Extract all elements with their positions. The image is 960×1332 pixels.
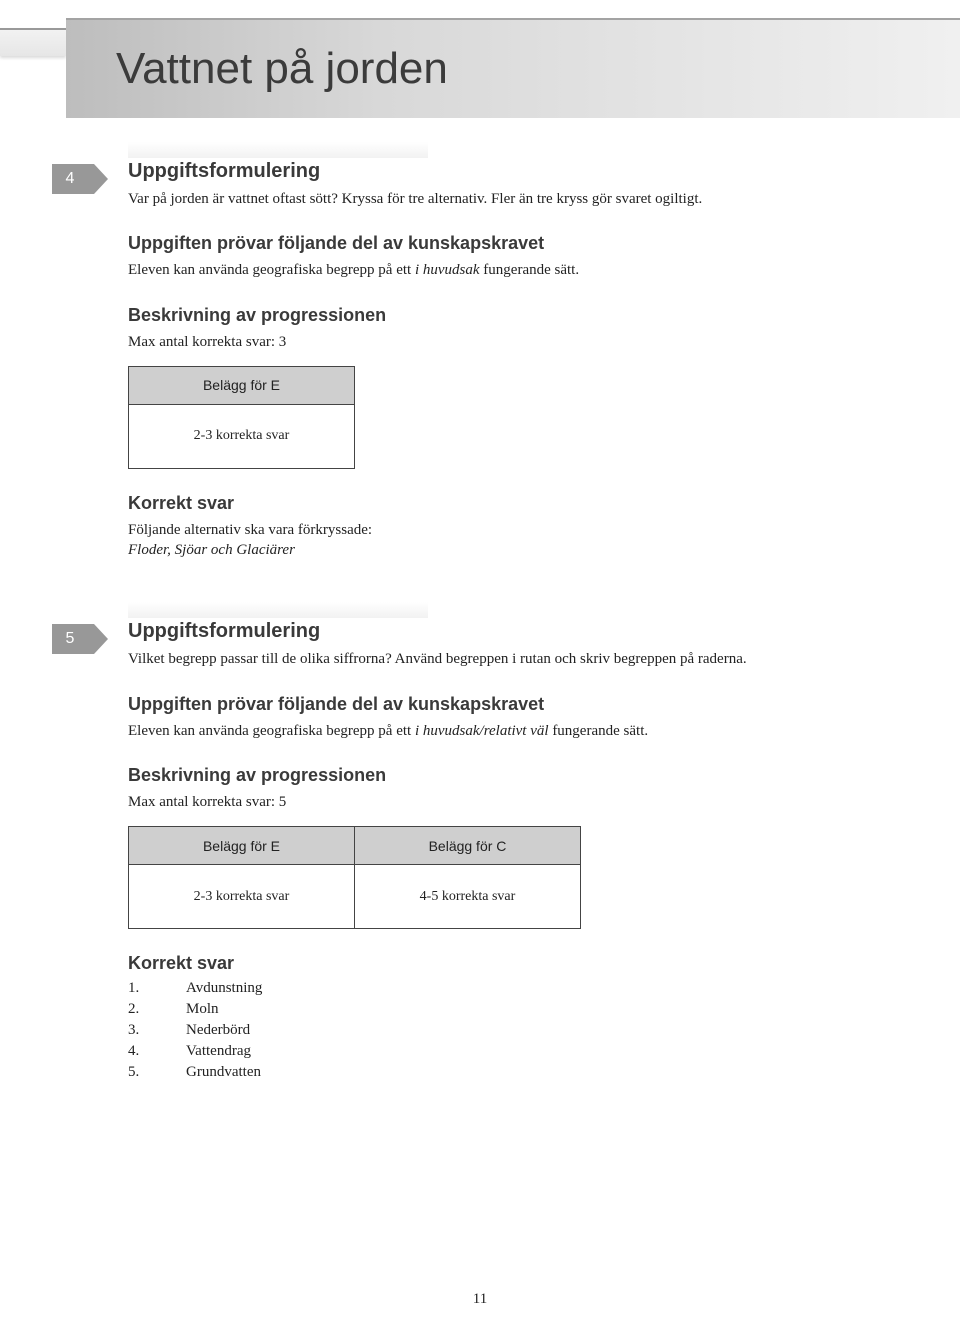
formulation-body: Var på jorden är vattnet oftast sött? Kr…: [128, 189, 900, 209]
kravet-text-pre: Eleven kan använda geografiska begrepp p…: [128, 262, 415, 278]
task-number-badge: 4: [52, 164, 94, 194]
correct-heading: Korrekt svar: [128, 493, 900, 514]
table-row: Belägg för E Belägg för C: [129, 827, 581, 865]
side-tab: [0, 28, 66, 56]
task-block-4: 4 Uppgiftsformulering Var på jorden är v…: [0, 160, 900, 560]
formulation-heading: Uppgiftsformulering: [128, 160, 900, 183]
list-item: 2. Moln: [128, 1001, 900, 1018]
section-top-fade: [128, 602, 428, 618]
kravet-heading: Uppgiften prövar följande del av kunskap…: [128, 233, 900, 254]
answer-number: 5.: [128, 1064, 146, 1081]
progress-sub: Max antal korrekta svar: 5: [128, 792, 900, 812]
answer-number: 2.: [128, 1001, 146, 1018]
correct-answers-em: Floder, Sjöar och Glaciärer: [128, 542, 295, 558]
task-block-5: 5 Uppgiftsformulering Vilket begrepp pas…: [0, 620, 900, 1081]
correct-heading: Korrekt svar: [128, 953, 900, 974]
progression-col-header: Belägg för E: [129, 366, 355, 404]
progress-sub: Max antal korrekta svar: 3: [128, 332, 900, 352]
table-row: 2-3 korrekta svar 4-5 korrekta svar: [129, 865, 581, 929]
content-area: 4 Uppgiftsformulering Var på jorden är v…: [0, 160, 960, 1141]
list-item: 1. Avdunstning: [128, 980, 900, 997]
kravet-text-post: fungerande sätt.: [549, 723, 649, 739]
task-number-badge: 5: [52, 624, 94, 654]
list-item: 4. Vattendrag: [128, 1043, 900, 1060]
table-row: Belägg för E: [129, 366, 355, 404]
answers-list: 1. Avdunstning 2. Moln 3. Nederbörd 4. V…: [128, 980, 900, 1081]
page-title: Vattnet på jorden: [116, 44, 448, 94]
correct-body: Följande alternativ ska vara förkryssade…: [128, 520, 900, 540]
formulation-body: Vilket begrepp passar till de olika siff…: [128, 649, 900, 669]
answer-value: Grundvatten: [186, 1064, 261, 1081]
kravet-text-post: fungerande sätt.: [480, 262, 580, 278]
kravet-text-em: i huvudsak/relativt väl: [415, 723, 549, 739]
formulation-heading: Uppgiftsformulering: [128, 620, 900, 643]
section-top-fade: [128, 142, 428, 158]
list-item: 5. Grundvatten: [128, 1064, 900, 1081]
progression-col-cell: 2-3 korrekta svar: [129, 404, 355, 468]
kravet-text-pre: Eleven kan använda geografiska begrepp p…: [128, 723, 415, 739]
progress-heading: Beskrivning av progressionen: [128, 305, 900, 326]
list-item: 3. Nederbörd: [128, 1022, 900, 1039]
page: Vattnet på jorden 4 Uppgiftsformulering …: [0, 0, 960, 1332]
page-header: Vattnet på jorden: [66, 18, 960, 118]
kravet-heading: Uppgiften prövar följande del av kunskap…: [128, 694, 900, 715]
progress-heading: Beskrivning av progressionen: [128, 765, 900, 786]
progression-col-cell: 4-5 korrekta svar: [355, 865, 581, 929]
kravet-body: Eleven kan använda geografiska begrepp p…: [128, 721, 900, 741]
kravet-body: Eleven kan använda geografiska begrepp p…: [128, 260, 900, 280]
progression-col-header: Belägg för E: [129, 827, 355, 865]
progression-table: Belägg för E 2-3 korrekta svar: [128, 366, 355, 469]
answer-number: 3.: [128, 1022, 146, 1039]
answer-value: Moln: [186, 1001, 219, 1018]
answer-number: 1.: [128, 980, 146, 997]
correct-answers-inline: Floder, Sjöar och Glaciärer: [128, 540, 900, 560]
page-number: 11: [0, 1291, 960, 1308]
answer-number: 4.: [128, 1043, 146, 1060]
table-row: 2-3 korrekta svar: [129, 404, 355, 468]
kravet-text-em: i huvudsak: [415, 262, 480, 278]
progression-table: Belägg för E Belägg för C 2-3 korrekta s…: [128, 826, 581, 929]
progression-col-cell: 2-3 korrekta svar: [129, 865, 355, 929]
answer-value: Vattendrag: [186, 1043, 251, 1060]
answer-value: Avdunstning: [186, 980, 262, 997]
answer-value: Nederbörd: [186, 1022, 250, 1039]
progression-col-header: Belägg för C: [355, 827, 581, 865]
